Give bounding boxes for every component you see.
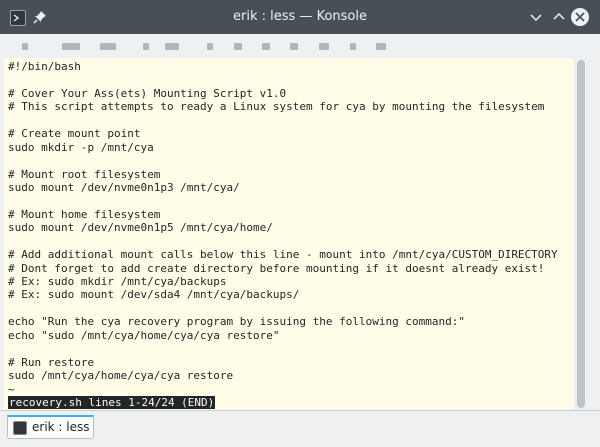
menu-item[interactable] [319, 43, 329, 50]
pager-status-line: recovery.sh lines 1-24/24 (END) [8, 395, 574, 410]
menu-item[interactable] [350, 43, 356, 50]
terminal-line: # Mount root filesystem [8, 167, 161, 181]
terminal-line: sudo /mnt/cya/home/cya/cya restore [8, 369, 234, 383]
terminal-output: #!/bin/bash # Cover Your Ass(ets) Mountin… [4, 58, 574, 410]
minimize-button[interactable] [528, 9, 544, 25]
terminal-line: # Ex: sudo mkdir /mnt/cya/backups [8, 275, 227, 288]
menu-item[interactable] [376, 43, 386, 50]
terminal-line: sudo mount /dev/nvme0n1p3 /mnt/cya/ [8, 180, 240, 194]
menu-item[interactable] [100, 43, 116, 50]
terminal-icon [13, 421, 27, 435]
menu-item[interactable] [234, 43, 242, 50]
title-bar[interactable]: erik : less — Konsole [0, 0, 600, 34]
menu-item[interactable] [62, 43, 80, 50]
tab-bar: erik : less [0, 410, 600, 447]
terminal-line: # Ex: sudo mount /dev/sda4 /mnt/cya/back… [8, 288, 300, 302]
maximize-button[interactable] [551, 9, 567, 25]
tab-erik-less[interactable]: erik : less [7, 415, 94, 439]
terminal-line: # Mount home filesystem [8, 207, 161, 221]
terminal-line: sudo mkdir -p /mnt/cya [8, 140, 154, 154]
close-button[interactable] [571, 8, 589, 26]
terminal-line: # Dont forget to add create directory be… [8, 261, 545, 275]
terminal-line: # This script attempts to ready a Linux … [8, 100, 545, 114]
terminal-line: echo "Run the cya recovery program by is… [8, 315, 465, 329]
terminal-line: #!/bin/bash [8, 60, 81, 73]
menu-item[interactable] [165, 43, 179, 50]
menu-bar[interactable] [0, 34, 600, 58]
close-icon [575, 12, 585, 22]
terminal-line: sudo mount /dev/nvme0n1p5 /mnt/cya/home/ [8, 221, 273, 235]
menu-item[interactable] [262, 43, 270, 50]
menu-item[interactable] [207, 43, 213, 50]
terminal-line: # Add additional mount calls below this … [8, 248, 558, 262]
scrollbar[interactable] [577, 60, 585, 408]
terminal-line: # Create mount point [8, 127, 141, 141]
terminal-line: echo "sudo /mnt/cya/home/cya/cya restore… [8, 328, 280, 342]
window-title: erik : less — Konsole [233, 9, 367, 24]
terminal-line: # Cover Your Ass(ets) Mounting Script v1… [8, 86, 287, 100]
terminal-line: # Run restore [8, 355, 95, 369]
scrollbar-thumb[interactable] [577, 60, 585, 408]
tab-label: erik : less [32, 420, 90, 434]
terminal-line: ~ [8, 382, 15, 396]
menu-item[interactable] [143, 43, 149, 50]
menu-item[interactable] [290, 43, 298, 50]
menu-item[interactable] [22, 43, 28, 50]
pager-status: recovery.sh lines 1-24/24 (END) [8, 395, 216, 410]
terminal-view[interactable]: #!/bin/bash # Cover Your Ass(ets) Mountin… [4, 58, 574, 410]
